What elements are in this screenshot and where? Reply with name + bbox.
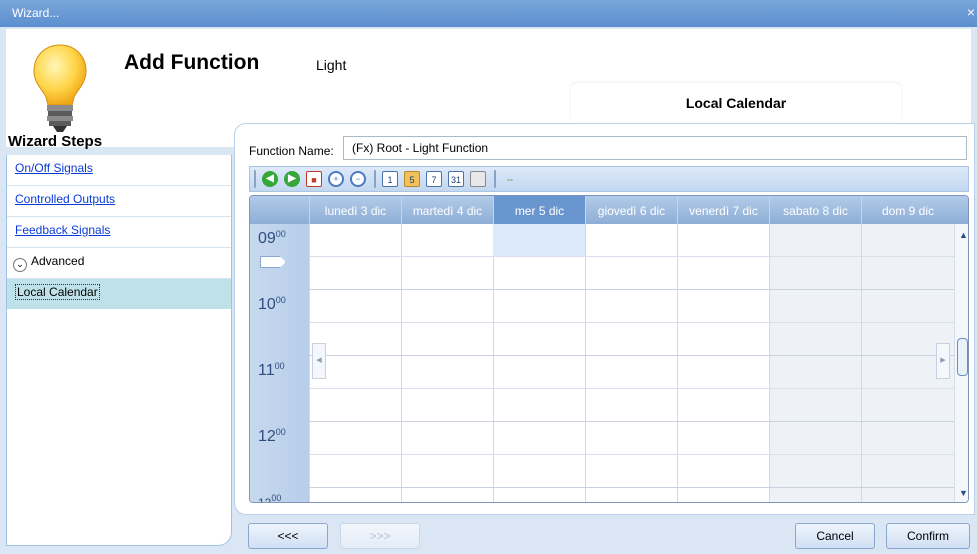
- hour-line: [309, 289, 954, 290]
- fit-icon[interactable]: ⇔: [502, 171, 518, 187]
- hour-label: 1300: [258, 493, 282, 503]
- function-type: Light: [316, 57, 347, 73]
- next-button[interactable]: >>>: [340, 523, 420, 549]
- work-week-view-icon[interactable]: 5: [404, 171, 420, 187]
- zoom-out-icon[interactable]: −: [350, 171, 366, 187]
- half-hour-line: [309, 256, 954, 257]
- cancel-button[interactable]: Cancel: [795, 523, 875, 549]
- main-panel: Function Name: ◀ ▶ ■ + − 1 5 7 31 ⇔ lune…: [234, 123, 975, 515]
- scroll-thumb[interactable]: [957, 338, 968, 376]
- chevron-down-icon[interactable]: ⌄: [13, 258, 27, 272]
- window-title: Wizard...: [12, 6, 60, 20]
- hour-label: 0900: [258, 229, 286, 247]
- half-hour-line: [309, 454, 954, 455]
- step-advanced-group[interactable]: ⌄ Advanced: [7, 248, 231, 279]
- next-appointment-arrow[interactable]: ▶: [936, 343, 950, 379]
- hour-line: [309, 355, 954, 356]
- lightbulb-icon: [33, 44, 87, 132]
- scroll-down-icon[interactable]: ▼: [959, 488, 968, 498]
- function-name-field[interactable]: [343, 136, 967, 160]
- day-header[interactable]: giovedì 6 dic: [585, 196, 677, 224]
- forward-icon[interactable]: ▶: [284, 171, 300, 187]
- step-link[interactable]: Local Calendar: [15, 284, 100, 300]
- back-icon[interactable]: ◀: [262, 171, 278, 187]
- day-view-icon[interactable]: 1: [382, 171, 398, 187]
- today-icon[interactable]: ■: [306, 171, 322, 187]
- zoom-in-icon[interactable]: +: [328, 171, 344, 187]
- toolbar-separator: [254, 170, 256, 188]
- half-hour-line: [309, 388, 954, 389]
- step-link[interactable]: Controlled Outputs: [15, 192, 115, 206]
- day-header-today[interactable]: mer 5 dic: [493, 196, 585, 224]
- day-column[interactable]: [401, 224, 493, 502]
- calendar-toolbar: ◀ ▶ ■ + − 1 5 7 31 ⇔: [249, 166, 969, 192]
- hour-label: 1200: [258, 427, 286, 445]
- day-column[interactable]: [677, 224, 769, 502]
- time-ruler: 0900 1000 1100 1200 1300: [250, 224, 309, 503]
- step-onoff-signals[interactable]: On/Off Signals: [7, 155, 231, 186]
- wizard-steps-title: Wizard Steps: [8, 133, 103, 150]
- current-step-tab: Local Calendar: [571, 83, 901, 121]
- calendar-header: lunedì 3 dic martedì 4 dic mer 5 dic gio…: [250, 196, 968, 224]
- day-header[interactable]: venerdì 7 dic: [677, 196, 769, 224]
- back-button[interactable]: <<<: [248, 523, 328, 549]
- day-header[interactable]: lunedì 3 dic: [309, 196, 401, 224]
- step-feedback-signals[interactable]: Feedback Signals: [7, 217, 231, 248]
- day-column[interactable]: [585, 224, 677, 502]
- hour-line: [309, 421, 954, 422]
- wizard-window: Add Function Light Local Calendar Wizard…: [0, 27, 977, 554]
- week-view-icon[interactable]: 7: [426, 171, 442, 187]
- month-view-icon[interactable]: 31: [448, 171, 464, 187]
- calendar-grid[interactable]: lunedì 3 dic martedì 4 dic mer 5 dic gio…: [249, 195, 969, 503]
- page-title: Add Function: [124, 51, 260, 74]
- half-hour-line: [309, 322, 954, 323]
- step-advanced-label: Advanced: [31, 254, 85, 268]
- step-link[interactable]: Feedback Signals: [15, 223, 110, 237]
- day-column-weekend[interactable]: [769, 224, 861, 502]
- toolbar-separator: [494, 170, 496, 188]
- day-header[interactable]: dom 9 dic: [861, 196, 954, 224]
- toolbar-separator: [374, 170, 376, 188]
- vertical-scrollbar[interactable]: ▲ ▼: [954, 224, 968, 502]
- step-local-calendar[interactable]: Local Calendar: [7, 279, 231, 309]
- current-time-marker: [260, 256, 286, 268]
- calendar-cells[interactable]: [309, 224, 954, 502]
- timeline-view-icon[interactable]: [470, 171, 486, 187]
- day-header[interactable]: martedì 4 dic: [401, 196, 493, 224]
- hour-line: [309, 487, 954, 488]
- window-titlebar: Wizard... ×: [0, 0, 977, 27]
- prev-appointment-arrow[interactable]: ◀: [312, 343, 326, 379]
- scroll-up-icon[interactable]: ▲: [959, 230, 968, 240]
- hour-label: 1100: [258, 361, 285, 379]
- confirm-button[interactable]: Confirm: [886, 523, 970, 549]
- day-header[interactable]: sabato 8 dic: [769, 196, 861, 224]
- step-link[interactable]: On/Off Signals: [15, 161, 93, 175]
- hour-label: 1000: [258, 295, 286, 313]
- close-icon[interactable]: ×: [967, 4, 975, 20]
- step-controlled-outputs[interactable]: Controlled Outputs: [7, 186, 231, 217]
- function-name-label: Function Name:: [249, 144, 334, 158]
- selected-cell[interactable]: [493, 224, 585, 256]
- wizard-steps-panel: On/Off Signals Controlled Outputs Feedba…: [6, 155, 232, 546]
- day-column[interactable]: [493, 224, 585, 502]
